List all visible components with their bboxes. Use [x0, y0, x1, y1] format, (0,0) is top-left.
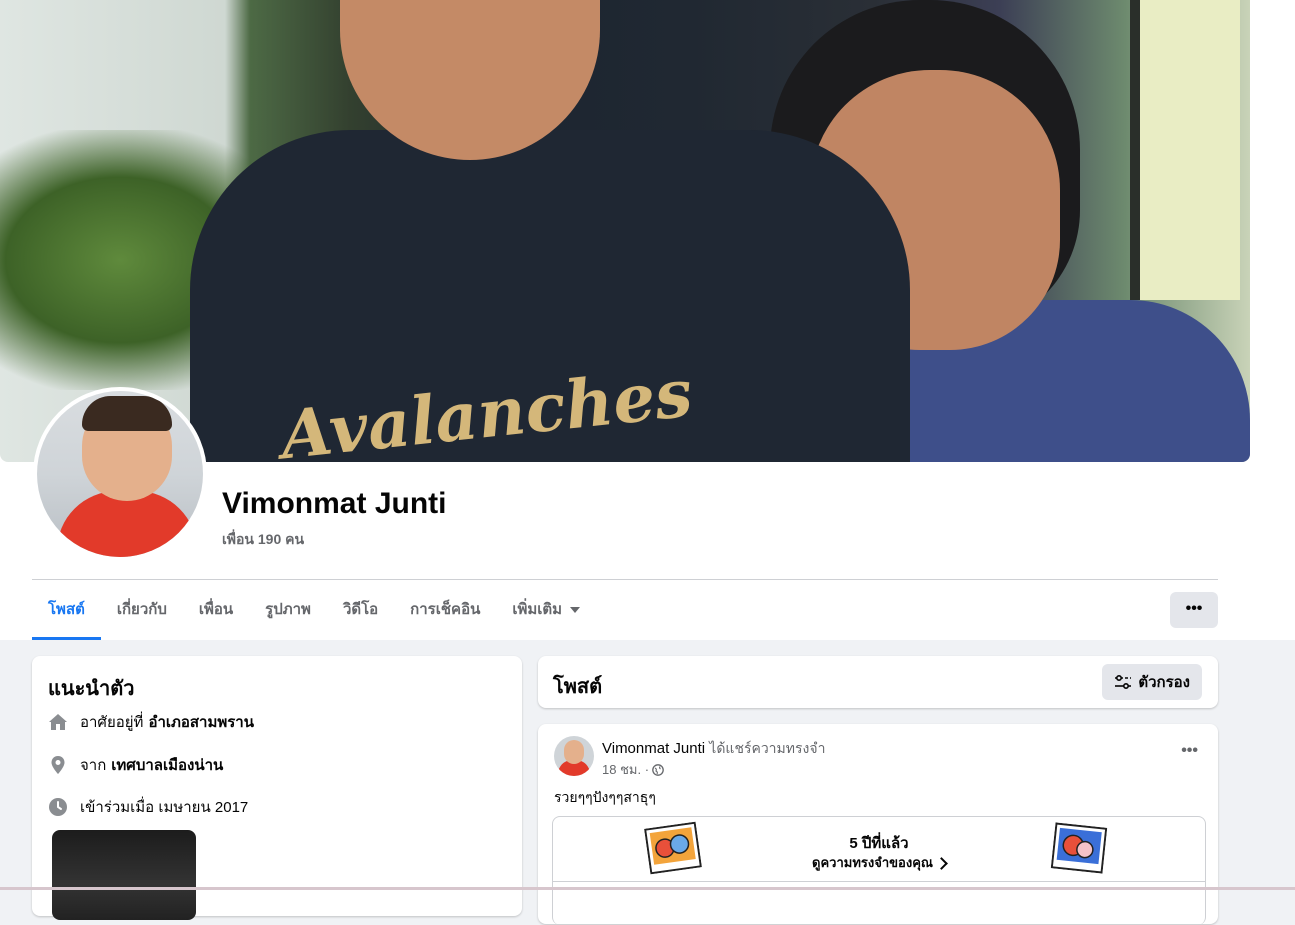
filter-button[interactable]: ตัวกรอง: [1102, 664, 1202, 700]
intro-card: แนะนำตัว อาศัยอยู่ที่ อำเภอสามพราน จาก เ…: [32, 656, 522, 920]
tab-videos[interactable]: วิดีโอ: [327, 582, 394, 638]
intro-featured-photo[interactable]: [52, 830, 196, 920]
memory-photo-art-icon: [1050, 822, 1108, 874]
post-action: ได้แชร์ความทรงจำ: [709, 740, 826, 756]
intro-joined-row: เข้าร่วมเมื่อ เมษายน 2017: [48, 795, 248, 819]
post-meta: 18 ชม. ·: [602, 759, 664, 780]
cover-photo[interactable]: Avalanches: [0, 0, 1250, 462]
home-icon: [48, 712, 68, 732]
memory-attachment[interactable]: 5 ปีที่แล้ว ดูความทรงจำของคุณ: [552, 816, 1206, 925]
profile-tabs: โพสต์ เกี่ยวกับ เพื่อน รูปภาพ วิดีโอ การ…: [32, 582, 596, 640]
friends-count[interactable]: เพื่อน 190 คน: [222, 529, 304, 551]
profile-avatar[interactable]: [33, 387, 207, 561]
more-options-button[interactable]: •••: [1170, 592, 1218, 628]
intro-lives-value[interactable]: อำเภอสามพราน: [148, 710, 254, 734]
tab-about[interactable]: เกี่ยวกับ: [101, 582, 183, 638]
memory-link[interactable]: ดูความทรงจำของคุณ: [553, 852, 1205, 873]
post-timestamp[interactable]: 18 ชม. ·: [602, 759, 649, 780]
post-options-button[interactable]: •••: [1181, 742, 1198, 760]
memory-divider: [553, 881, 1205, 882]
post-card: Vimonmat Junti ได้แชร์ความทรงจำ 18 ชม. ·…: [538, 724, 1218, 925]
filter-sliders-icon: [1115, 674, 1132, 690]
memory-link-label: ดูความทรงจำของคุณ: [812, 855, 933, 870]
intro-joined: เข้าร่วมเมื่อ เมษายน 2017: [80, 799, 249, 816]
location-pin-icon: [48, 755, 68, 775]
post-author-name[interactable]: Vimonmat Junti: [602, 740, 705, 757]
posts-title: โพสต์: [553, 676, 603, 698]
caret-down-icon: [570, 607, 581, 614]
globe-icon: [652, 763, 664, 776]
post-header-line: Vimonmat Junti ได้แชร์ความทรงจำ: [602, 738, 825, 760]
tab-more-label: เพิ่มเติม: [512, 601, 563, 618]
tab-more[interactable]: เพิ่มเติม: [496, 582, 596, 638]
profile-name: Vimonmat Junti: [222, 487, 447, 520]
chevron-right-icon: [935, 857, 948, 870]
intro-lives-row: อาศัยอยู่ที่ อำเภอสามพราน: [48, 710, 254, 734]
posts-header-card: โพสต์ ตัวกรอง: [538, 656, 1218, 708]
intro-from-value[interactable]: เทศบาลเมืองน่าน: [111, 753, 223, 777]
intro-from-row: จาก เทศบาลเมืองน่าน: [48, 753, 223, 777]
header-divider: [32, 579, 1218, 580]
post-text: รวยๆๆปังๆๆสาธุๆ: [554, 789, 656, 805]
filter-label: ตัวกรอง: [1138, 674, 1190, 691]
tab-checkins[interactable]: การเช็คอิน: [394, 582, 496, 638]
tab-friends[interactable]: เพื่อน: [183, 582, 249, 638]
intro-lives-prefix: อาศัยอยู่ที่: [80, 714, 144, 731]
intro-title: แนะนำตัว: [48, 678, 135, 700]
tab-posts[interactable]: โพสต์: [32, 582, 101, 640]
profile-header: Avalanches Vimonmat Junti เพื่อน 190 คน …: [0, 0, 1295, 640]
intro-from-prefix: จาก: [80, 757, 107, 774]
tab-photos[interactable]: รูปภาพ: [249, 582, 327, 638]
post-author-avatar[interactable]: [554, 736, 594, 776]
clock-icon: [48, 797, 68, 817]
